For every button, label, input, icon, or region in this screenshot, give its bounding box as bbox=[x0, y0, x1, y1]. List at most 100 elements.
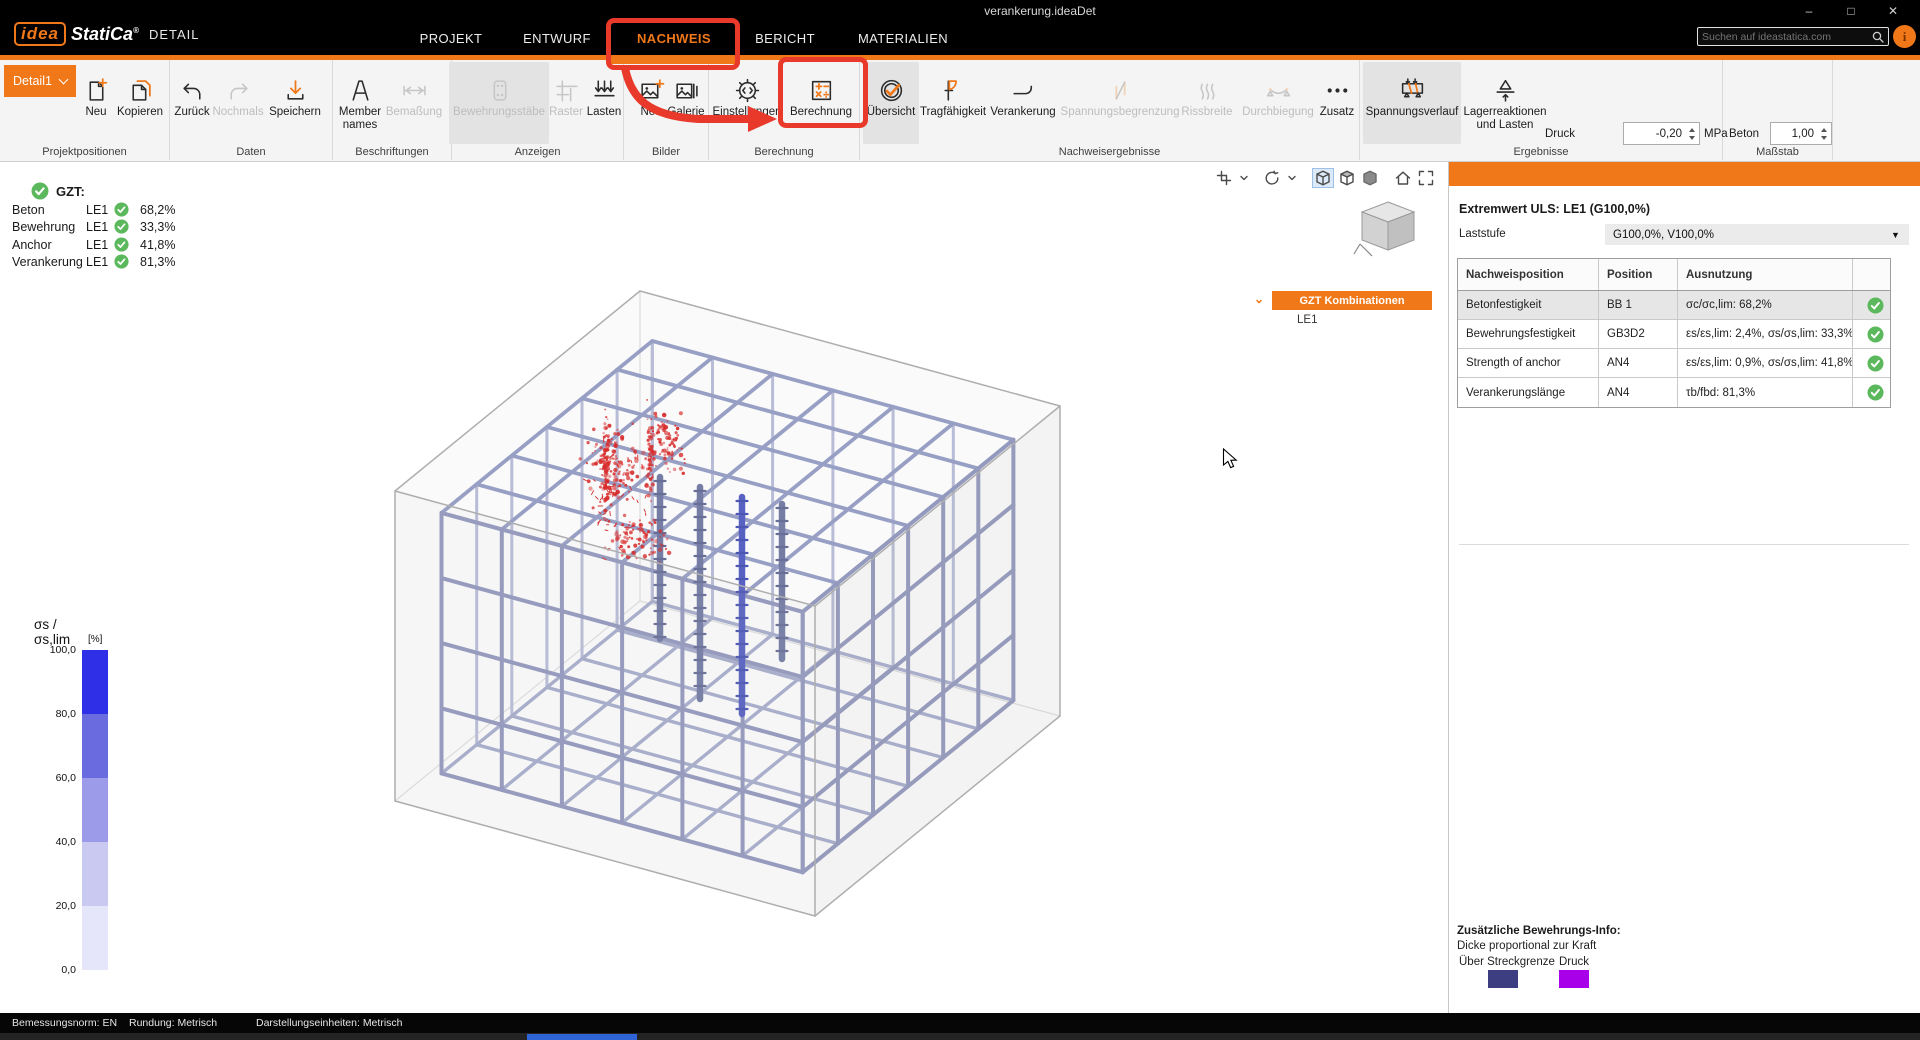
combo-group-label[interactable]: GZT Kombinationen bbox=[1272, 291, 1432, 310]
app-logo: idea StatiCa® DETAIL bbox=[14, 22, 200, 46]
info-icon[interactable]: i bbox=[1893, 25, 1916, 48]
ribbon-group-2: BeschriftungenMember namesBemaßung bbox=[333, 60, 452, 160]
ribbon-button-speichern[interactable]: Speichern bbox=[272, 62, 318, 144]
legend-swatch-yield bbox=[1488, 970, 1518, 988]
ribbon-button-galerie[interactable]: Galerie bbox=[662, 62, 710, 144]
ribbon-button-zurueck[interactable]: Zurück bbox=[169, 62, 215, 144]
zurueck-icon bbox=[179, 62, 206, 106]
neu-icon bbox=[83, 62, 110, 106]
ribbon-button-kopieren[interactable]: Kopieren bbox=[117, 62, 163, 144]
tab-materialien[interactable]: MATERIALIEN bbox=[852, 28, 954, 49]
panel-title: Extremwert ULS: LE1 (G100,0%) bbox=[1459, 202, 1650, 216]
shaded-cube-icon[interactable] bbox=[1337, 168, 1357, 188]
ribbon-group-label: Ergebnisse bbox=[1360, 146, 1722, 158]
ribbon-button-bewehrungsstaebe: Bewehrungsstäbe bbox=[449, 62, 549, 144]
taskbar-accent bbox=[527, 1034, 637, 1040]
combo-item-le1[interactable]: LE1 bbox=[1297, 314, 1317, 326]
home-icon[interactable] bbox=[1393, 168, 1413, 188]
summary-row-name: Anchor bbox=[12, 238, 52, 252]
table-row[interactable]: BetonfestigkeitBB 1σc/σc,lim: 68,2% bbox=[1458, 291, 1890, 320]
ribbon-button-uebersicht[interactable]: Übersicht bbox=[863, 62, 919, 144]
tab-projekt[interactable]: PROJEKT bbox=[414, 28, 489, 49]
scale-tick: 40,0 bbox=[32, 836, 76, 848]
berechnung-icon bbox=[808, 62, 835, 106]
ribbon-toolbar: ProjektpositionenNeuKopierenDetail1Daten… bbox=[0, 60, 1920, 162]
beton-spinner[interactable]: 1,00 bbox=[1770, 122, 1832, 145]
ribbon-button-verankerung[interactable]: Verankerung bbox=[985, 62, 1061, 144]
chevron-down-icon[interactable]: ⌄ bbox=[1254, 292, 1264, 306]
ribbon-button-zusatz[interactable]: Zusatz bbox=[1314, 62, 1360, 144]
summary-row-name: Bewehrung bbox=[12, 220, 75, 234]
ribbon-group-1: DatenZurückNochmalsSpeichern bbox=[170, 60, 333, 160]
table-row[interactable]: Strength of anchorAN4εs/εs,lim: 0,9%, σs… bbox=[1458, 349, 1890, 378]
beton-label: Beton bbox=[1729, 128, 1759, 140]
search-icon bbox=[1871, 30, 1885, 44]
status-item: Bemessungsnorm: EN bbox=[12, 1017, 117, 1029]
tab-entwurf[interactable]: ENTWURF bbox=[517, 28, 597, 49]
ribbon-button-lasten[interactable]: Lasten bbox=[581, 62, 627, 144]
summary-row-name: Beton bbox=[12, 203, 45, 217]
rebar-model-3d[interactable] bbox=[0, 162, 1448, 1013]
orbit-dropdown-chevron-icon[interactable] bbox=[1285, 168, 1299, 188]
ribbon-button-lagerreaktionen-und-lasten[interactable]: Lagerreaktionen und Lasten bbox=[1460, 62, 1550, 144]
ribbon-button-neu[interactable]: Neu bbox=[73, 62, 119, 144]
ribbon-button-tragfaehigkeit[interactable]: Tragfähigkeit bbox=[913, 62, 993, 144]
orbit-icon[interactable] bbox=[1262, 168, 1282, 188]
scale-band bbox=[82, 906, 108, 970]
ribbon-button-label: Zurück bbox=[174, 106, 209, 119]
ribbon-button-durchbiegung: Durchbiegung bbox=[1237, 62, 1319, 144]
ribbon-button-spannungsverlauf[interactable]: Spannungsverlauf bbox=[1363, 62, 1461, 144]
uebersicht-icon bbox=[878, 62, 905, 106]
minimize-button[interactable]: – bbox=[1788, 0, 1830, 22]
ribbon-group-label: Anzeigen bbox=[452, 146, 623, 158]
close-button[interactable]: ✕ bbox=[1872, 0, 1914, 22]
crop-dropdown-chevron-icon[interactable] bbox=[1237, 168, 1251, 188]
ribbon-button-label: Spannungsverlauf bbox=[1366, 106, 1459, 119]
section-crop-icon[interactable] bbox=[1214, 168, 1234, 188]
laststufe-dropdown[interactable]: G100,0%, V100,0% ▼ bbox=[1605, 224, 1909, 245]
laststufe-label: Laststufe bbox=[1459, 228, 1506, 240]
ribbon-button-einstellungen[interactable]: Einstellungen bbox=[706, 62, 788, 144]
search-input[interactable] bbox=[1698, 31, 1871, 43]
spinner-arrows[interactable] bbox=[1818, 128, 1831, 140]
table-cell: AN4 bbox=[1599, 349, 1678, 377]
ribbon-button-label: Lasten bbox=[587, 106, 622, 119]
bewehrungsstaebe-icon bbox=[486, 62, 513, 106]
legend-label-yield: Über Streckgrenze bbox=[1459, 956, 1555, 968]
viewport-3d[interactable]: GZT: BetonLE168,2%BewehrungLE133,3%Ancho… bbox=[0, 162, 1448, 1013]
solid-cube-icon[interactable] bbox=[1360, 168, 1380, 188]
tab-nachweis[interactable]: NACHWEIS bbox=[631, 28, 717, 49]
table-header: Position bbox=[1599, 259, 1678, 290]
ribbon-button-label: Durchbiegung bbox=[1242, 106, 1314, 119]
check-icon bbox=[1867, 297, 1884, 314]
einstellungen-icon bbox=[734, 62, 761, 106]
table-header-status bbox=[1853, 259, 1890, 290]
spannungsbegrenzung-icon bbox=[1107, 62, 1134, 106]
table-cell: BB 1 bbox=[1599, 291, 1678, 319]
results-panel: Extremwert ULS: LE1 (G100,0%) Laststufe … bbox=[1448, 162, 1920, 1013]
table-row[interactable]: BewehrungsfestigkeitGB3D2εs/εs,lim: 2,4%… bbox=[1458, 320, 1890, 349]
lagerreaktionen-und-lasten-icon bbox=[1492, 62, 1519, 106]
table-cell: τb/fbd: 81,3% bbox=[1678, 378, 1853, 407]
tab-bericht[interactable]: BERICHT bbox=[749, 28, 821, 49]
ribbon-button-berechnung[interactable]: Berechnung bbox=[782, 62, 860, 144]
druck-spinner[interactable]: -0,20 bbox=[1623, 122, 1700, 145]
search-box[interactable] bbox=[1697, 27, 1889, 46]
table-cell: Strength of anchor bbox=[1458, 349, 1599, 377]
fullscreen-icon[interactable] bbox=[1416, 168, 1436, 188]
status-badge bbox=[1853, 320, 1890, 348]
speichern-icon bbox=[282, 62, 309, 106]
spinner-arrows[interactable] bbox=[1686, 128, 1699, 140]
wireframe-cube-icon[interactable] bbox=[1312, 168, 1334, 188]
summary-row-name: Verankerung bbox=[12, 255, 83, 269]
table-row[interactable]: VerankerungslängeAN4τb/fbd: 81,3% bbox=[1458, 378, 1890, 407]
ribbon-button-label: Berechnung bbox=[790, 106, 852, 119]
ribbon-button-member-names[interactable]: Member names bbox=[330, 62, 390, 144]
project-selector-detail1[interactable]: Detail1 bbox=[4, 65, 76, 97]
summary-row-check bbox=[114, 237, 129, 255]
maximize-button[interactable]: □ bbox=[1830, 0, 1872, 22]
panel-header-bar bbox=[1449, 162, 1920, 186]
summary-row-value: 81,3% bbox=[140, 255, 175, 269]
scale-band bbox=[82, 650, 108, 714]
navigation-cube[interactable] bbox=[1352, 196, 1424, 260]
